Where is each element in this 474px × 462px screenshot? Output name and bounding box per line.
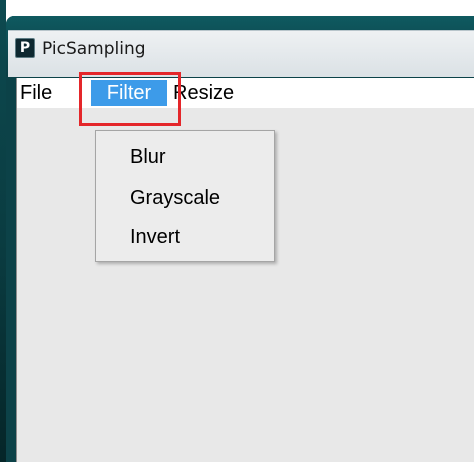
- highlight-annotation-box: [79, 72, 181, 126]
- window-title: PicSampling: [42, 39, 146, 59]
- title-bar[interactable]: P PicSampling: [6, 16, 474, 77]
- app-window: P PicSampling File Filter Resize Blur Gr…: [6, 16, 474, 462]
- menu-file[interactable]: File: [20, 80, 52, 106]
- app-icon[interactable]: P: [15, 38, 35, 58]
- menu-item-invert[interactable]: Invert: [130, 224, 180, 250]
- menu-item-grayscale[interactable]: Grayscale: [130, 185, 220, 211]
- client-area: File Filter Resize Blur Grayscale Invert: [16, 72, 474, 462]
- menu-item-blur[interactable]: Blur: [130, 144, 166, 170]
- filter-dropdown-menu: Blur Grayscale Invert: [95, 130, 275, 262]
- menu-resize[interactable]: Resize: [173, 80, 234, 106]
- desktop: P PicSampling File Filter Resize Blur Gr…: [0, 0, 474, 462]
